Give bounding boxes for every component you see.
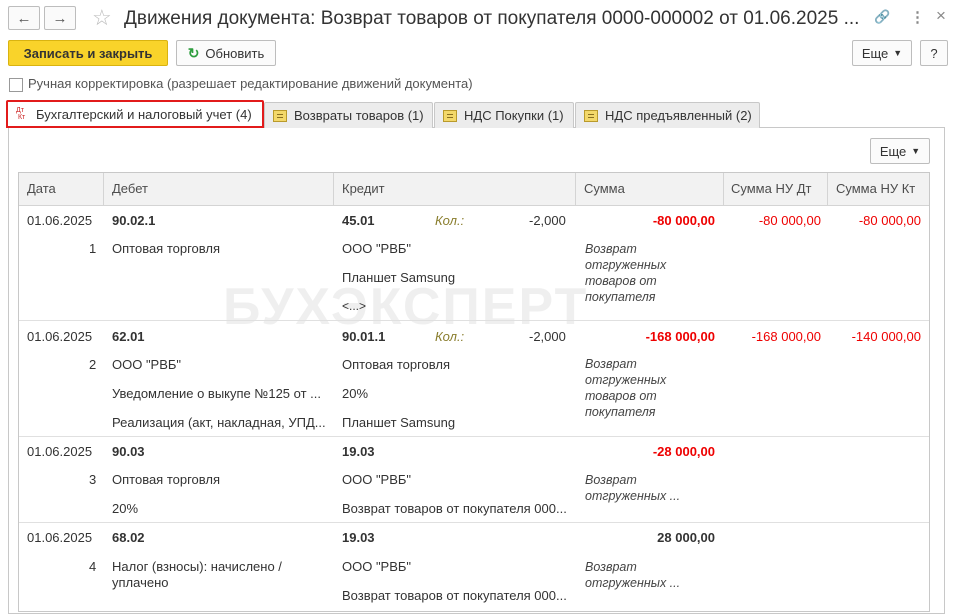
col-credit[interactable]: Кредит [342, 181, 385, 196]
tab-returns[interactable]: Возвраты товаров (1) [264, 102, 433, 128]
col-date[interactable]: Дата [27, 181, 56, 196]
debit-subconto: Налог (взносы): начислено / уплачено [112, 559, 282, 590]
debit-account: 62.01 [112, 329, 145, 344]
debit-account: 68.02 [112, 530, 145, 545]
help-button[interactable]: ? [920, 40, 948, 66]
credit-subconto: ООО "РВБ" [342, 241, 412, 256]
debit-subconto: Уведомление о выкупе №125 от ... [112, 386, 321, 401]
credit-account: 90.01.1 [342, 329, 386, 344]
credit-qty: -2,000 [529, 213, 566, 228]
refresh-label: Обновить [205, 45, 265, 61]
sum: -28 000,00 [652, 444, 715, 459]
table-more-button[interactable]: Еще ▼ [870, 138, 930, 164]
tab-accounting[interactable]: Дт Кт Бухгалтерский и налоговый учет (4) [6, 100, 264, 128]
row-number: 1 [89, 241, 97, 256]
debit-account: 90.02.1 [112, 213, 156, 228]
row-number: 3 [89, 472, 97, 487]
sum: -168 000,00 [645, 329, 715, 344]
debit-subconto: ООО "РВБ" [112, 357, 182, 372]
sum-nu-dt: -80 000,00 [758, 213, 821, 228]
entry-content: Возврат отгруженных ... [585, 560, 681, 590]
dropdown-arrow-icon: ▼ [893, 48, 903, 58]
credit-qty: -2,000 [529, 329, 566, 344]
manual-correction-label: Ручная корректировка (разрешает редактир… [28, 76, 473, 91]
entry-content: Возврат отгруженных товаров от покупател… [585, 357, 667, 419]
qty-label: Кол.: [435, 329, 465, 344]
col-sum-nu-kt[interactable]: Сумма НУ Кт [836, 181, 915, 196]
tab-label: НДС предъявленный (2) [605, 108, 752, 123]
tab-label: Бухгалтерский и налоговый учет (4) [36, 106, 252, 122]
col-debit[interactable]: Дебет [112, 181, 148, 196]
save-and-close-button[interactable]: Записать и закрыть [8, 40, 168, 66]
row-number: 4 [89, 559, 97, 574]
debit-subconto: Реализация (акт, накладная, УПД... [112, 415, 326, 430]
credit-subconto: <...> [342, 299, 367, 313]
sum: 28 000,00 [657, 530, 715, 545]
document-icon [443, 109, 457, 122]
credit-subconto: 20% [342, 386, 369, 401]
credit-subconto: ООО "РВБ" [342, 559, 412, 574]
credit-subconto: Возврат товаров от покупателя 000... [342, 501, 567, 516]
row-number: 2 [89, 357, 97, 372]
sum: -80 000,00 [652, 213, 715, 228]
credit-account: 19.03 [342, 530, 375, 545]
entry-content: Возврат отгруженных товаров от покупател… [585, 242, 667, 304]
more-button[interactable]: Еще ▼ [852, 40, 912, 66]
movements-table[interactable]: Дата Дебет Кредит Сумма Сумма НУ Дт Сумм… [18, 172, 930, 612]
credit-subconto: Возврат товаров от покупателя 000... [342, 588, 567, 603]
more-menu-icon[interactable]: ⋮ [910, 8, 925, 26]
refresh-icon: ↻ [187, 44, 200, 61]
debit-subconto: 20% [112, 501, 139, 516]
tab-vat-purchases[interactable]: НДС Покупки (1) [434, 102, 574, 128]
credit-account: 45.01 [342, 213, 375, 228]
document-icon [273, 109, 287, 122]
link-icon[interactable]: 🔗 [874, 9, 890, 25]
credit-subconto: Планшет Samsung [342, 270, 456, 285]
dropdown-arrow-icon: ▼ [911, 146, 921, 156]
window-title: Движения документа: Возврат товаров от п… [124, 8, 860, 29]
credit-subconto: ООО "РВБ" [342, 472, 412, 487]
row-date: 01.06.2025 [27, 213, 93, 228]
more-label: Еще [879, 143, 907, 159]
star-icon[interactable]: ☆ [92, 5, 112, 31]
sum-nu-kt: -80 000,00 [858, 213, 921, 228]
tab-label: НДС Покупки (1) [464, 108, 564, 123]
table-header: Дата Дебет Кредит Сумма Сумма НУ Дт Сумм… [19, 173, 929, 206]
more-label: Еще [861, 45, 889, 61]
refresh-button[interactable]: ↻ Обновить [176, 40, 276, 66]
close-icon[interactable]: × [936, 6, 946, 26]
credit-subconto: Планшет Samsung [342, 415, 456, 430]
forward-button[interactable]: → [44, 6, 76, 30]
entry-content: Возврат отгруженных ... [585, 473, 681, 503]
watermark: БУХЭКСПЕРТ [223, 278, 589, 336]
tab-label: Возвраты товаров (1) [294, 108, 424, 123]
row-date: 01.06.2025 [27, 530, 93, 545]
credit-account: 19.03 [342, 444, 375, 459]
sum-nu-dt: -168 000,00 [751, 329, 821, 344]
debit-subconto: Оптовая торговля [112, 472, 221, 487]
debit-account: 90.03 [112, 444, 145, 459]
col-sum-nu-dt[interactable]: Сумма НУ Дт [731, 181, 811, 196]
credit-subconto: Оптовая торговля [342, 357, 451, 372]
tab-vat-presented[interactable]: НДС предъявленный (2) [575, 102, 760, 128]
col-sum[interactable]: Сумма [584, 181, 625, 196]
back-button[interactable]: ← [8, 6, 40, 30]
document-icon [584, 109, 598, 122]
sum-nu-kt: -140 000,00 [851, 329, 921, 344]
manual-correction-checkbox[interactable] [9, 78, 23, 92]
arrow-left-icon: ← [16, 9, 32, 27]
debit-subconto: Оптовая торговля [112, 241, 221, 256]
row-date: 01.06.2025 [27, 444, 93, 459]
row-date: 01.06.2025 [27, 329, 93, 344]
qty-label: Кол.: [435, 213, 465, 228]
dt-kt-icon: Дт Кт [16, 107, 26, 121]
arrow-right-icon: → [52, 9, 68, 27]
